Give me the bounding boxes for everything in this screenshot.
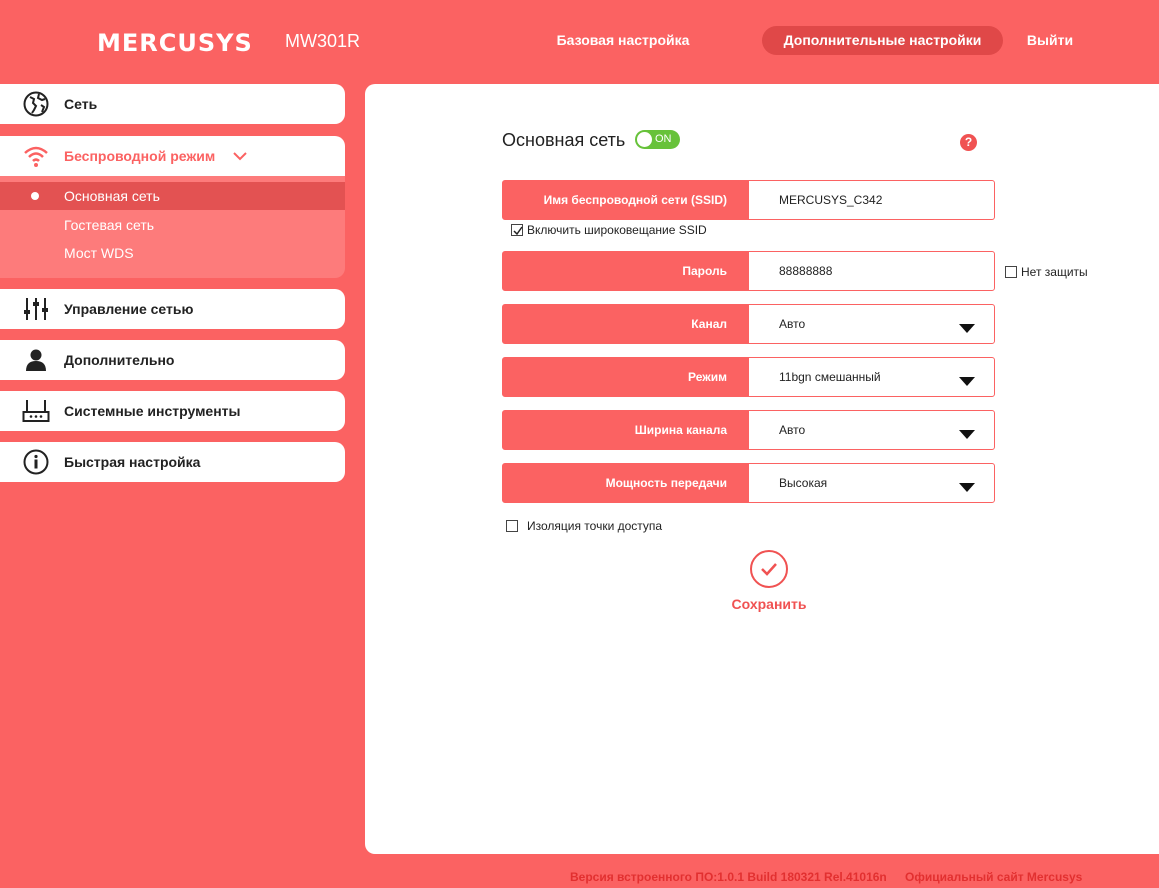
sidebar-item-label: Дополнительно [64, 352, 175, 368]
submenu-item-wds-bridge[interactable]: Мост WDS [0, 239, 345, 267]
sidebar-item-quick-setup[interactable]: Быстрая настройка [0, 442, 345, 482]
user-icon [22, 347, 50, 373]
sidebar-item-label: Управление сетью [64, 301, 194, 317]
header: MERCUSYS MW301R Базовая настройка Дополн… [0, 0, 1159, 84]
mode-select[interactable]: Режим 11bgn смешанный [502, 357, 995, 397]
caret-down-icon[interactable] [959, 426, 975, 439]
caret-down-icon[interactable] [959, 373, 975, 386]
checkbox-unchecked[interactable] [1005, 266, 1017, 278]
checkbox-checked[interactable] [511, 224, 523, 236]
chevron-down-icon [233, 149, 247, 161]
tx-power-value: Высокая [779, 476, 828, 490]
ssid-field[interactable]: Имя беспроводной сети (SSID) MERCUSYS_C3… [502, 180, 995, 220]
password-field[interactable]: Пароль 88888888 [502, 251, 995, 291]
save-label[interactable]: Сохранить [725, 596, 813, 612]
ap-isolation-checkbox[interactable]: Изоляция точки доступа [506, 519, 662, 533]
sidebar-item-advanced[interactable]: Дополнительно [0, 340, 345, 380]
ssid-input[interactable]: MERCUSYS_C342 [779, 181, 882, 219]
wireless-submenu: Основная сеть Гостевая сеть Мост WDS [0, 176, 345, 278]
password-label: Пароль [503, 252, 749, 290]
ssid-label: Имя беспроводной сети (SSID) [503, 181, 749, 219]
sidebar-item-system-tools[interactable]: Системные инструменты [0, 391, 345, 431]
info-icon [22, 449, 50, 475]
submenu-item-guest-network[interactable]: Гостевая сеть [0, 211, 345, 239]
official-site-link[interactable]: Официальный сайт Mercusys [905, 870, 1082, 884]
sidebar-item-wireless[interactable]: Беспроводной режим [0, 136, 345, 176]
mode-label: Режим [503, 358, 749, 396]
channel-value: Авто [779, 317, 806, 331]
wifi-icon [22, 143, 50, 169]
globe-icon [22, 91, 50, 117]
model-name: MW301R [285, 31, 361, 51]
sliders-icon [22, 296, 50, 322]
checkbox-unchecked[interactable] [506, 520, 518, 532]
toggle-knob [637, 132, 652, 147]
nav-basic-settings[interactable]: Базовая настройка [545, 26, 701, 55]
toggle-label: ON [655, 133, 672, 145]
sidebar-item-label: Беспроводной режим [64, 148, 216, 164]
channel-select[interactable]: Канал Авто [502, 304, 995, 344]
sidebar-item-network-control[interactable]: Управление сетью [0, 289, 345, 329]
password-input[interactable]: 88888888 [779, 252, 832, 290]
network-toggle[interactable]: ON [635, 130, 680, 149]
submenu-item-main-network[interactable]: Основная сеть [0, 182, 345, 210]
caret-down-icon[interactable] [959, 479, 975, 492]
checkmark-icon [761, 563, 777, 576]
sidebar-item-network[interactable]: Сеть [0, 84, 345, 124]
sidebar-item-label: Системные инструменты [64, 403, 241, 419]
nav-advanced-settings[interactable]: Дополнительные настройки [762, 26, 1003, 55]
no-security-checkbox[interactable]: Нет защиты [1005, 265, 1088, 279]
mode-value: 11bgn смешанный [779, 370, 881, 384]
caret-down-icon[interactable] [959, 320, 975, 333]
logo: MERCUSYS [97, 29, 253, 57]
channel-width-label: Ширина канала [503, 411, 749, 449]
sidebar-item-label: Быстрая настройка [64, 454, 201, 470]
nav-logout[interactable]: Выйти [1020, 26, 1080, 55]
page-title: Основная сеть [502, 130, 626, 150]
broadcast-ssid-checkbox[interactable]: Включить широковещание SSID [511, 223, 707, 237]
save-button[interactable] [750, 550, 788, 588]
channel-width-select[interactable]: Ширина канала Авто [502, 410, 995, 450]
active-dot-icon [31, 192, 39, 200]
firmware-version: Версия встроенного ПО:1.0.1 Build 180321… [570, 870, 887, 884]
tx-power-select[interactable]: Мощность передачи Высокая [502, 463, 995, 503]
channel-label: Канал [503, 305, 749, 343]
help-icon[interactable]: ? [960, 134, 977, 151]
main-panel: Основная сеть ON ? Имя беспроводной сети… [365, 84, 1159, 854]
channel-width-value: Авто [779, 423, 806, 437]
sidebar-item-label: Сеть [64, 96, 98, 112]
tx-power-label: Мощность передачи [503, 464, 749, 502]
router-icon [22, 398, 50, 424]
